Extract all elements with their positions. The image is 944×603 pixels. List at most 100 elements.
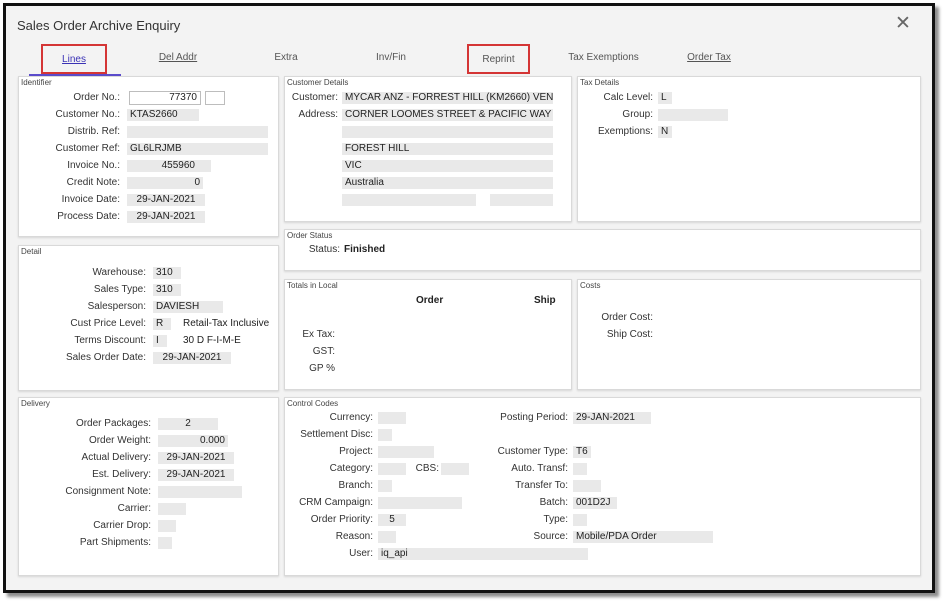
carrier-label: Carrier: [117, 503, 151, 514]
totals-in-local-panel: Totals in Local Order Ship Ex Tax: GST: … [284, 279, 572, 390]
tab-inv-fin[interactable]: Inv/Fin [356, 44, 426, 74]
type-field [573, 514, 587, 526]
gst-label: GST: [312, 346, 335, 357]
cust-price-level-label: Cust Price Level: [70, 318, 146, 329]
sales-order-date-label: Sales Order Date: [65, 352, 146, 363]
distrib-ref-field [127, 126, 268, 138]
calc-level-field: L [658, 92, 672, 104]
terms-discount-field: I [153, 335, 167, 347]
order-no-label: Order No.: [73, 92, 120, 103]
process-date-label: Process Date: [57, 211, 120, 222]
order-priority-label: Order Priority: [310, 514, 373, 525]
posting-period-label: Posting Period: [500, 412, 568, 423]
batch-label: Batch: [539, 497, 568, 508]
order-suffix-field[interactable] [205, 91, 225, 105]
carrier-drop-field [158, 520, 176, 532]
sales-type-field: 310 [153, 284, 181, 296]
customer-type-field: T6 [573, 446, 591, 458]
exemptions-field: N [658, 126, 672, 138]
warehouse-field: 310 [153, 267, 181, 279]
invoice-date-field: 29-JAN-2021 [127, 194, 205, 206]
terms-discount-label: Terms Discount: [74, 335, 146, 346]
panel-title: Customer Details [287, 78, 349, 87]
tab-extra[interactable]: Extra [256, 44, 316, 74]
sales-order-date-field: 29-JAN-2021 [153, 352, 231, 364]
category-label: Category: [329, 463, 373, 474]
tab-lines[interactable]: Lines [29, 44, 121, 76]
tax-details-panel: Tax Details Calc Level: L Group: Exempti… [577, 76, 921, 222]
reason-field [378, 531, 396, 543]
status-value: Finished [344, 244, 386, 255]
close-icon[interactable]: ✕ [894, 14, 912, 34]
project-field [378, 446, 434, 458]
terms-discount-desc: 30 D F-I-M-E [183, 335, 241, 346]
consignment-note-field [158, 486, 242, 498]
ex-tax-label: Ex Tax: [302, 329, 335, 340]
user-label: User: [349, 548, 373, 559]
customer-no-field: KTAS2660 [127, 109, 199, 121]
order-packages-label: Order Packages: [75, 418, 151, 429]
identifier-panel: Identifier Order No.: 77370 Customer No.… [18, 76, 279, 237]
panel-title: Totals in Local [287, 281, 338, 290]
panel-title: Delivery [21, 399, 50, 408]
panel-title: Order Status [287, 231, 333, 240]
order-priority-field: 5 [378, 514, 406, 526]
currency-field [378, 412, 406, 424]
customer-label: Customer: [291, 92, 338, 103]
delivery-panel: Delivery Order Packages: 2 Order Weight:… [18, 397, 279, 576]
gp-percent-label: GP % [309, 363, 335, 374]
auto-transf-field [573, 463, 587, 475]
salesperson-label: Salesperson: [87, 301, 146, 312]
posting-period-field: 29-JAN-2021 [573, 412, 651, 424]
order-weight-field: 0.000 [158, 435, 228, 447]
consignment-note-label: Consignment Note: [65, 486, 151, 497]
credit-note-label: Credit Note: [66, 177, 120, 188]
actual-delivery-field: 29-JAN-2021 [158, 452, 234, 464]
address-line-5: Australia [342, 177, 553, 189]
ship-cost-label: Ship Cost: [606, 329, 653, 340]
panel-title: Costs [580, 281, 601, 290]
tab-order-tax[interactable]: Order Tax [674, 44, 744, 74]
cust-price-level-desc: Retail-Tax Inclusive [183, 318, 270, 329]
user-field: iq_api [378, 548, 588, 560]
settlement-disc-label: Settlement Disc: [300, 429, 373, 440]
category-field [378, 463, 406, 475]
tab-reprint[interactable]: Reprint [467, 44, 530, 74]
ship-column-header: Ship [534, 295, 556, 306]
order-column-header: Order [416, 295, 444, 306]
address-line-1: CORNER LOOMES STREET & PACIFIC WAY [342, 109, 553, 121]
type-label: Type: [543, 514, 568, 525]
order-cost-label: Order Cost: [601, 312, 653, 323]
crm-campaign-label: CRM Campaign: [299, 497, 373, 508]
cbs-field [441, 463, 469, 475]
postcode-field [490, 194, 553, 206]
sales-type-label: Sales Type: [93, 284, 146, 295]
panel-title: Tax Details [580, 78, 620, 87]
order-no-field[interactable]: 77370 [129, 91, 201, 105]
order-packages-field: 2 [158, 418, 218, 430]
cbs-label: CBS: [415, 463, 439, 474]
customer-ref-label: Customer Ref: [55, 143, 120, 154]
reason-label: Reason: [335, 531, 373, 542]
source-label: Source: [533, 531, 568, 542]
costs-panel: Costs Order Cost: Ship Cost: [577, 279, 921, 390]
exemptions-label: Exemptions: [597, 126, 653, 137]
group-field [658, 109, 728, 121]
actual-delivery-label: Actual Delivery: [81, 452, 151, 463]
window-title: Sales Order Archive Enquiry [17, 18, 181, 33]
carrier-field [158, 503, 186, 515]
batch-field: 001D2J [573, 497, 617, 509]
est-delivery-field: 29-JAN-2021 [158, 469, 234, 481]
order-status-panel: Order Status Status: Finished [284, 229, 921, 271]
currency-label: Currency: [329, 412, 373, 423]
source-field: Mobile/PDA Order [573, 531, 713, 543]
control-codes-panel: Control Codes Currency: Settlement Disc:… [284, 397, 921, 576]
carrier-drop-label: Carrier Drop: [93, 520, 151, 531]
tab-tax-exemptions[interactable]: Tax Exemptions [556, 44, 651, 74]
address-line-6 [342, 194, 476, 206]
address-label: Address: [298, 109, 338, 120]
customer-no-label: Customer No.: [55, 109, 120, 120]
part-shipments-label: Part Shipments: [79, 537, 151, 548]
tab-del-addr[interactable]: Del Addr [143, 44, 213, 74]
warehouse-label: Warehouse: [92, 267, 146, 278]
